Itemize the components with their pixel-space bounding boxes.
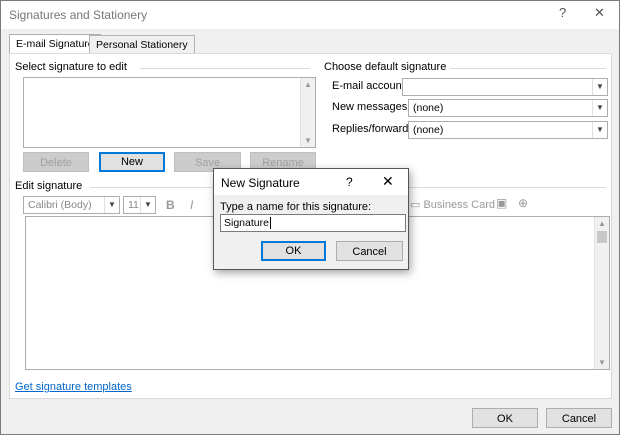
dialog-cancel-button[interactable]: Cancel [336, 241, 403, 261]
signature-list[interactable]: ▲ ▼ [23, 77, 316, 148]
delete-button[interactable]: Delete [23, 152, 89, 172]
scroll-up-icon[interactable]: ▲ [595, 219, 609, 228]
edit-signature-heading: Edit signature [15, 180, 83, 192]
signature-name-value: Signature [224, 217, 269, 229]
divider [140, 68, 310, 69]
editor-scrollbar[interactable]: ▲ ▼ [594, 217, 609, 369]
new-messages-value: (none) [413, 102, 444, 114]
dialog-prompt: Type a name for this signature: [220, 201, 372, 213]
text-cursor [269, 217, 271, 229]
business-card-icon: ▭ [410, 199, 421, 211]
signature-name-input[interactable]: Signature [220, 214, 406, 232]
scroll-down-icon[interactable]: ▼ [595, 358, 609, 367]
scroll-down-icon[interactable]: ▼ [301, 136, 315, 145]
ok-button[interactable]: OK [472, 408, 538, 428]
hyperlink-icon[interactable]: ⊕ [518, 196, 528, 210]
get-templates-link[interactable]: Get signature templates [15, 381, 132, 393]
signatures-window: Signatures and Stationery ? ✕ E-mail Sig… [0, 0, 620, 435]
tab-email-signature[interactable]: E-mail Signature [9, 34, 101, 55]
chevron-down-icon[interactable]: ▼ [140, 197, 155, 213]
chevron-down-icon[interactable]: ▼ [592, 100, 607, 116]
cancel-button[interactable]: Cancel [546, 408, 612, 428]
chevron-down-icon[interactable]: ▼ [592, 79, 607, 95]
new-messages-select[interactable]: (none) ▼ [408, 99, 608, 117]
font-select[interactable]: Calibri (Body) ▼ [23, 196, 120, 214]
dialog-title: New Signature [221, 176, 300, 190]
italic-button[interactable]: I [190, 198, 193, 212]
chevron-down-icon[interactable]: ▼ [104, 197, 119, 213]
dialog-title-bar: New Signature ? ✕ [214, 169, 408, 195]
scroll-thumb[interactable] [597, 231, 607, 243]
email-account-label: E-mail account: [332, 80, 408, 92]
business-card-button[interactable]: ▭ Business Card [410, 198, 495, 211]
bold-button[interactable]: B [166, 198, 175, 212]
new-messages-label: New messages: [332, 101, 411, 113]
divider [450, 68, 606, 69]
font-size-value: 11 [128, 199, 139, 211]
new-button[interactable]: New [99, 152, 165, 172]
chevron-down-icon[interactable]: ▼ [592, 122, 607, 138]
default-signature-heading: Choose default signature [324, 61, 447, 73]
window-title: Signatures and Stationery [9, 8, 148, 22]
select-signature-heading: Select signature to edit [15, 61, 127, 73]
title-bar: Signatures and Stationery ? ✕ [1, 1, 619, 29]
replies-forwards-label: Replies/forwards: [332, 123, 417, 135]
new-signature-dialog: New Signature ? ✕ Type a name for this s… [213, 168, 409, 270]
font-value: Calibri (Body) [28, 199, 92, 211]
dialog-help-button[interactable]: ? [346, 175, 353, 189]
email-account-select[interactable]: ▼ [402, 78, 608, 96]
replies-forwards-select[interactable]: (none) ▼ [408, 121, 608, 139]
dialog-close-button[interactable]: ✕ [382, 173, 394, 190]
dialog-ok-button[interactable]: OK [261, 241, 326, 261]
tab-personal-stationery[interactable]: Personal Stationery [89, 35, 195, 54]
business-card-label: Business Card [423, 199, 496, 211]
insert-picture-icon[interactable]: ▣ [496, 196, 507, 210]
list-scrollbar[interactable]: ▲ ▼ [300, 78, 315, 147]
help-button[interactable]: ? [559, 5, 566, 20]
font-size-select[interactable]: 11 ▼ [123, 196, 156, 214]
close-button[interactable]: ✕ [594, 5, 605, 21]
scroll-up-icon[interactable]: ▲ [301, 80, 315, 89]
replies-forwards-value: (none) [413, 124, 444, 136]
